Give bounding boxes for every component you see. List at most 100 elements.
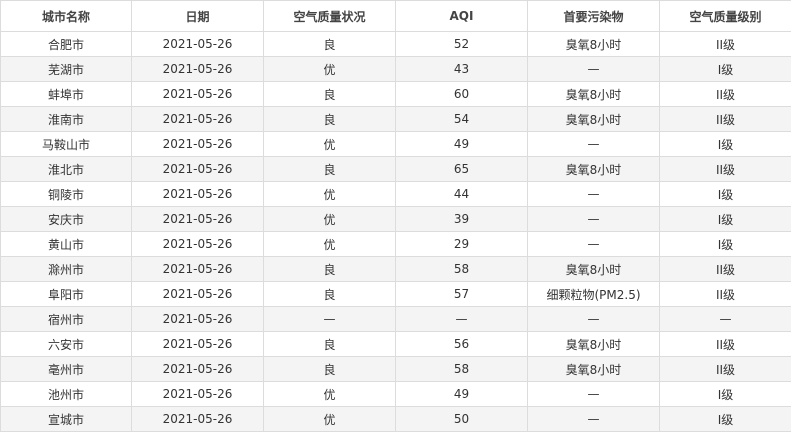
header-city: 城市名称 [1, 1, 132, 32]
level-cell: — [660, 307, 791, 332]
date-cell: 2021-05-26 [132, 157, 264, 182]
level-cell: II级 [660, 32, 791, 57]
status-cell: 优 [264, 57, 396, 82]
date-cell: 2021-05-26 [132, 107, 264, 132]
level-cell: I级 [660, 407, 791, 432]
date-cell: 2021-05-26 [132, 207, 264, 232]
city-cell: 阜阳市 [1, 282, 132, 307]
level-cell: II级 [660, 357, 791, 382]
aqi-cell: 50 [396, 407, 528, 432]
city-cell: 淮南市 [1, 107, 132, 132]
level-cell: I级 [660, 182, 791, 207]
header-aqi: AQI [396, 1, 528, 32]
pollutant-cell: 细颗粒物(PM2.5) [528, 282, 660, 307]
pollutant-cell: 臭氧8小时 [528, 107, 660, 132]
date-cell: 2021-05-26 [132, 132, 264, 157]
table-row: 宿州市2021-05-26———— [1, 307, 791, 332]
city-cell: 蚌埠市 [1, 82, 132, 107]
aqi-cell: 54 [396, 107, 528, 132]
status-cell: 良 [264, 332, 396, 357]
status-cell: 良 [264, 107, 396, 132]
aqi-cell: 56 [396, 332, 528, 357]
status-cell: 优 [264, 207, 396, 232]
aqi-cell: 60 [396, 82, 528, 107]
level-cell: I级 [660, 132, 791, 157]
city-cell: 亳州市 [1, 357, 132, 382]
table-header: 城市名称 日期 空气质量状况 AQI 首要污染物 空气质量级别 [1, 1, 791, 32]
city-cell: 滁州市 [1, 257, 132, 282]
date-cell: 2021-05-26 [132, 332, 264, 357]
aqi-cell: 58 [396, 357, 528, 382]
table-row: 亳州市2021-05-26良58臭氧8小时II级 [1, 357, 791, 382]
aqi-cell: 58 [396, 257, 528, 282]
pollutant-cell: — [528, 407, 660, 432]
city-cell: 芜湖市 [1, 57, 132, 82]
pollutant-cell: — [528, 132, 660, 157]
date-cell: 2021-05-26 [132, 407, 264, 432]
status-cell: 优 [264, 382, 396, 407]
level-cell: I级 [660, 207, 791, 232]
table-row: 滁州市2021-05-26良58臭氧8小时II级 [1, 257, 791, 282]
date-cell: 2021-05-26 [132, 182, 264, 207]
table-body: 合肥市2021-05-26良52臭氧8小时II级芜湖市2021-05-26优43… [1, 32, 791, 432]
header-row: 城市名称 日期 空气质量状况 AQI 首要污染物 空气质量级别 [1, 1, 791, 32]
pollutant-cell: 臭氧8小时 [528, 32, 660, 57]
status-cell: 优 [264, 407, 396, 432]
aqi-cell: 65 [396, 157, 528, 182]
aqi-cell: — [396, 307, 528, 332]
table-row: 黄山市2021-05-26优29—I级 [1, 232, 791, 257]
pollutant-cell: 臭氧8小时 [528, 257, 660, 282]
header-air-quality-status: 空气质量状况 [264, 1, 396, 32]
date-cell: 2021-05-26 [132, 257, 264, 282]
level-cell: I级 [660, 382, 791, 407]
date-cell: 2021-05-26 [132, 307, 264, 332]
table-row: 阜阳市2021-05-26良57细颗粒物(PM2.5)II级 [1, 282, 791, 307]
date-cell: 2021-05-26 [132, 382, 264, 407]
status-cell: — [264, 307, 396, 332]
date-cell: 2021-05-26 [132, 232, 264, 257]
city-cell: 宿州市 [1, 307, 132, 332]
level-cell: II级 [660, 257, 791, 282]
table-row: 宣城市2021-05-26优50—I级 [1, 407, 791, 432]
pollutant-cell: — [528, 382, 660, 407]
table-row: 六安市2021-05-26良56臭氧8小时II级 [1, 332, 791, 357]
aqi-cell: 57 [396, 282, 528, 307]
aqi-cell: 49 [396, 132, 528, 157]
status-cell: 良 [264, 32, 396, 57]
aqi-cell: 43 [396, 57, 528, 82]
date-cell: 2021-05-26 [132, 82, 264, 107]
status-cell: 良 [264, 257, 396, 282]
table-row: 池州市2021-05-26优49—I级 [1, 382, 791, 407]
pollutant-cell: — [528, 207, 660, 232]
header-air-quality-level: 空气质量级别 [660, 1, 791, 32]
pollutant-cell: — [528, 232, 660, 257]
status-cell: 良 [264, 282, 396, 307]
level-cell: II级 [660, 282, 791, 307]
level-cell: II级 [660, 157, 791, 182]
table-row: 马鞍山市2021-05-26优49—I级 [1, 132, 791, 157]
date-cell: 2021-05-26 [132, 357, 264, 382]
aqi-cell: 29 [396, 232, 528, 257]
aqi-cell: 44 [396, 182, 528, 207]
pollutant-cell: 臭氧8小时 [528, 157, 660, 182]
level-cell: II级 [660, 82, 791, 107]
city-cell: 铜陵市 [1, 182, 132, 207]
table-row: 芜湖市2021-05-26优43—I级 [1, 57, 791, 82]
status-cell: 良 [264, 157, 396, 182]
level-cell: I级 [660, 232, 791, 257]
status-cell: 优 [264, 182, 396, 207]
header-date: 日期 [132, 1, 264, 32]
city-cell: 合肥市 [1, 32, 132, 57]
aqi-cell: 52 [396, 32, 528, 57]
header-primary-pollutant: 首要污染物 [528, 1, 660, 32]
city-cell: 黄山市 [1, 232, 132, 257]
table-row: 蚌埠市2021-05-26良60臭氧8小时II级 [1, 82, 791, 107]
table-row: 安庆市2021-05-26优39—I级 [1, 207, 791, 232]
air-quality-table: 城市名称 日期 空气质量状况 AQI 首要污染物 空气质量级别 合肥市2021-… [0, 0, 791, 432]
date-cell: 2021-05-26 [132, 57, 264, 82]
aqi-cell: 39 [396, 207, 528, 232]
status-cell: 优 [264, 132, 396, 157]
table-row: 淮北市2021-05-26良65臭氧8小时II级 [1, 157, 791, 182]
city-cell: 六安市 [1, 332, 132, 357]
date-cell: 2021-05-26 [132, 32, 264, 57]
